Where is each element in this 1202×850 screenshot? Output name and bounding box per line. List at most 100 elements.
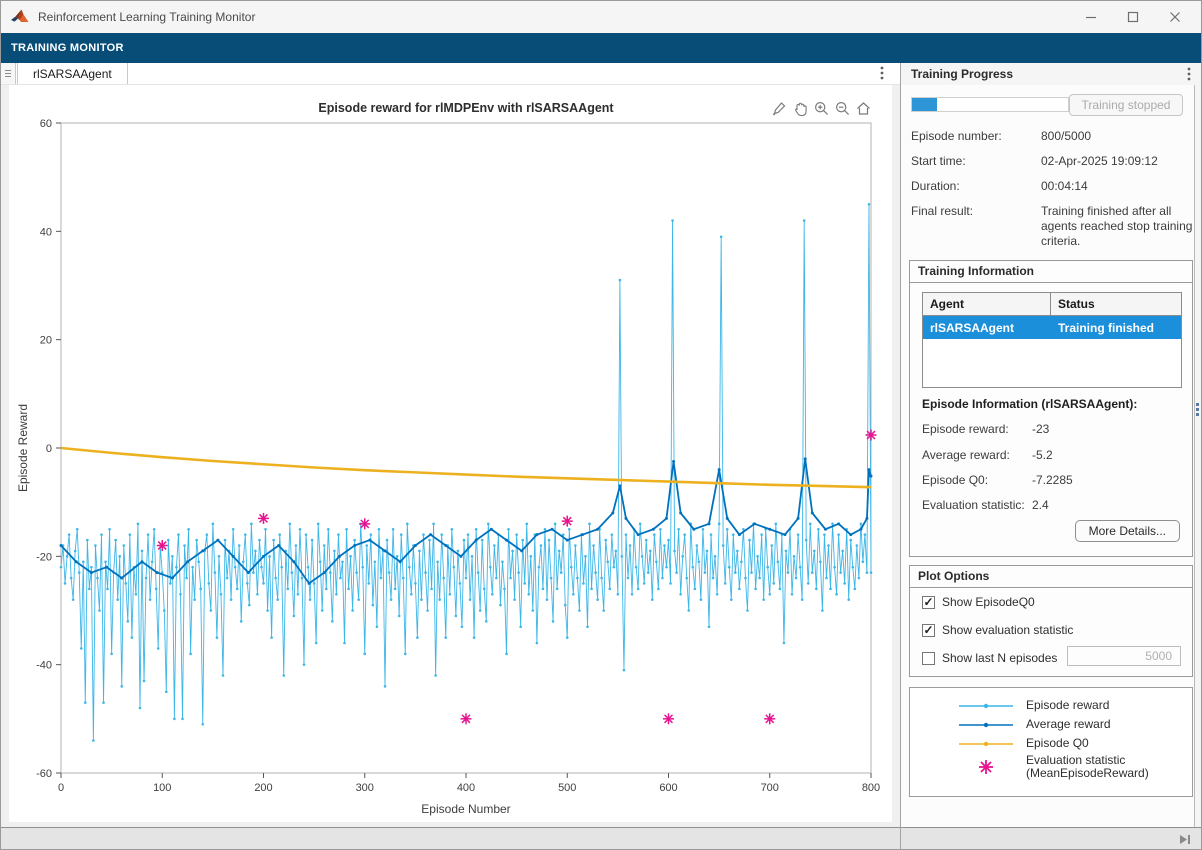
progress-fill [912, 98, 937, 111]
checkbox-show-evaluation-statistic[interactable]: ✓ [922, 624, 935, 637]
panel-title: Training Progress [901, 67, 1013, 81]
field-label: Episode reward: [922, 422, 1032, 436]
svg-text:500: 500 [558, 782, 576, 794]
field-evaluation-statistic: Evaluation statistic: 2.4 [922, 498, 1049, 512]
episode-info-title: Episode Information (rlSARSAAgent): [922, 397, 1137, 411]
more-details-button[interactable]: More Details... [1075, 520, 1180, 542]
svg-text:300: 300 [356, 782, 374, 794]
field-value: 800/5000 [1041, 129, 1193, 144]
panel-kebab-menu[interactable] [1187, 66, 1191, 87]
field-final-result: Final result: Training finished after al… [911, 204, 1193, 249]
svg-text:40: 40 [40, 226, 52, 238]
field-label: Episode Q0: [922, 473, 1032, 487]
maximize-icon[interactable] [1127, 11, 1139, 23]
group-title: Plot Options [910, 566, 1192, 588]
figure-area: 0100200300400500600700800-60-40-20020406… [1, 85, 900, 827]
legend-label: Evaluation statistic (MeanEpisodeReward) [1026, 754, 1149, 780]
field-start-time: Start time: 02-Apr-2025 19:09:12 [911, 154, 1193, 169]
pan-icon[interactable] [791, 99, 809, 117]
svg-text:700: 700 [761, 782, 779, 794]
col-header-agent: Agent [923, 293, 1051, 315]
close-icon[interactable] [1169, 11, 1181, 23]
minimize-icon[interactable] [1085, 11, 1097, 23]
left-status-strip [1, 827, 900, 850]
field-episode-reward: Episode reward: -23 [922, 422, 1049, 436]
tab-overflow-menu[interactable] [880, 65, 884, 86]
field-value: 2.4 [1032, 498, 1049, 512]
svg-text:0: 0 [58, 782, 64, 794]
field-value: -23 [1032, 422, 1049, 436]
gutter-grip [1196, 403, 1199, 418]
col-header-status: Status [1051, 293, 1181, 315]
home-icon[interactable] [854, 99, 872, 117]
tab-label: rlSARSAAgent [33, 67, 112, 81]
brush-icon[interactable] [770, 99, 788, 117]
cell-status: Training finished [1051, 316, 1181, 339]
training-information-group: Training Information Agent Status rlSARS… [909, 260, 1193, 557]
checkbox-label: Show EpisodeQ0 [942, 595, 1035, 609]
legend-entry-evaluation-statistic: Evaluation statistic (MeanEpisodeReward) [910, 754, 1192, 780]
legend-line-swatch [910, 700, 1014, 712]
checkbox-label: Show evaluation statistic [942, 623, 1073, 637]
checkbox-show-episodeq0[interactable]: ✓ [922, 596, 935, 609]
legend-entry-episode-q0: Episode Q0 [910, 737, 1192, 750]
training-chart[interactable]: 0100200300400500600700800-60-40-20020406… [1, 85, 900, 827]
x-axis-label: Episode Number [421, 802, 510, 816]
figure-left-gutter [1, 85, 9, 827]
zoom-in-icon[interactable] [812, 99, 830, 117]
table-header-row: Agent Status [923, 293, 1181, 316]
app-window: Reinforcement Learning Training Monitor … [0, 0, 1202, 850]
table-empty-area [923, 339, 1181, 387]
axes-toolbar [770, 99, 872, 117]
toolstrip: TRAINING MONITOR [1, 33, 1201, 63]
checkbox-label: Show last N episodes [942, 651, 1057, 665]
field-label: Episode number: [911, 129, 1041, 144]
svg-text:-40: -40 [36, 660, 52, 672]
option-show-evaluation-statistic: ✓ Show evaluation statistic [922, 623, 1073, 637]
option-show-last-n-episodes: Show last N episodes [922, 651, 1057, 665]
y-axis-label: Episode Reward [16, 404, 30, 492]
panel-resize-gutter[interactable] [1194, 85, 1201, 827]
svg-text:0: 0 [46, 443, 52, 455]
field-episode-number: Episode number: 800/5000 [911, 129, 1193, 144]
svg-text:800: 800 [862, 782, 880, 794]
training-stopped-button[interactable]: Training stopped [1069, 94, 1183, 116]
tab-rlsarsaagent[interactable]: rlSARSAAgent [17, 63, 128, 84]
svg-text:600: 600 [659, 782, 677, 794]
chart-title: Episode reward for rlMDPEnv with rlSARSA… [318, 101, 614, 115]
field-label: Duration: [911, 179, 1041, 194]
kebab-menu-icon [880, 65, 884, 81]
legend-label: Average reward [1026, 718, 1111, 731]
legend-entry-average-reward: Average reward [910, 718, 1192, 731]
svg-text:-60: -60 [36, 768, 52, 780]
table-row[interactable]: rlSARSAAgent Training finished [923, 316, 1181, 339]
collapse-panel-icon[interactable] [1178, 833, 1192, 850]
kebab-menu-icon [1187, 66, 1191, 82]
field-label: Start time: [911, 154, 1041, 169]
field-value: Training finished after all agents reach… [1041, 204, 1193, 249]
training-progress-panel: Training stopped Episode number: 800/500… [901, 85, 1201, 827]
field-value: -7.2285 [1032, 473, 1073, 487]
window-title: Reinforcement Learning Training Monitor [38, 10, 255, 24]
zoom-out-icon[interactable] [833, 99, 851, 117]
toolstrip-tab-training-monitor[interactable]: TRAINING MONITOR [11, 42, 124, 54]
last-n-episodes-input[interactable] [1067, 646, 1181, 666]
option-show-episodeq0: ✓ Show EpisodeQ0 [922, 595, 1035, 609]
checkbox-show-last-n-episodes[interactable] [922, 652, 935, 665]
legend-entry-episode-reward: Episode reward [910, 699, 1192, 712]
title-bar: Reinforcement Learning Training Monitor [1, 1, 1201, 33]
field-value: 00:04:14 [1041, 179, 1193, 194]
chart-legend: Episode reward Average reward Episode Q0… [909, 687, 1193, 797]
svg-text:-20: -20 [36, 551, 52, 563]
figure-right-gutter [892, 85, 900, 827]
right-status-strip [901, 827, 1201, 850]
document-list-button[interactable] [1, 63, 16, 84]
document-tab-bar: rlSARSAAgent [1, 63, 900, 85]
legend-line-swatch [910, 719, 1014, 731]
field-label: Final result: [911, 204, 1041, 249]
svg-text:20: 20 [40, 335, 52, 347]
legend-label: Episode reward [1026, 699, 1109, 712]
document-list-icon [4, 69, 12, 78]
agent-status-table: Agent Status rlSARSAAgent Training finis… [922, 292, 1182, 388]
field-label: Evaluation statistic: [922, 498, 1032, 512]
